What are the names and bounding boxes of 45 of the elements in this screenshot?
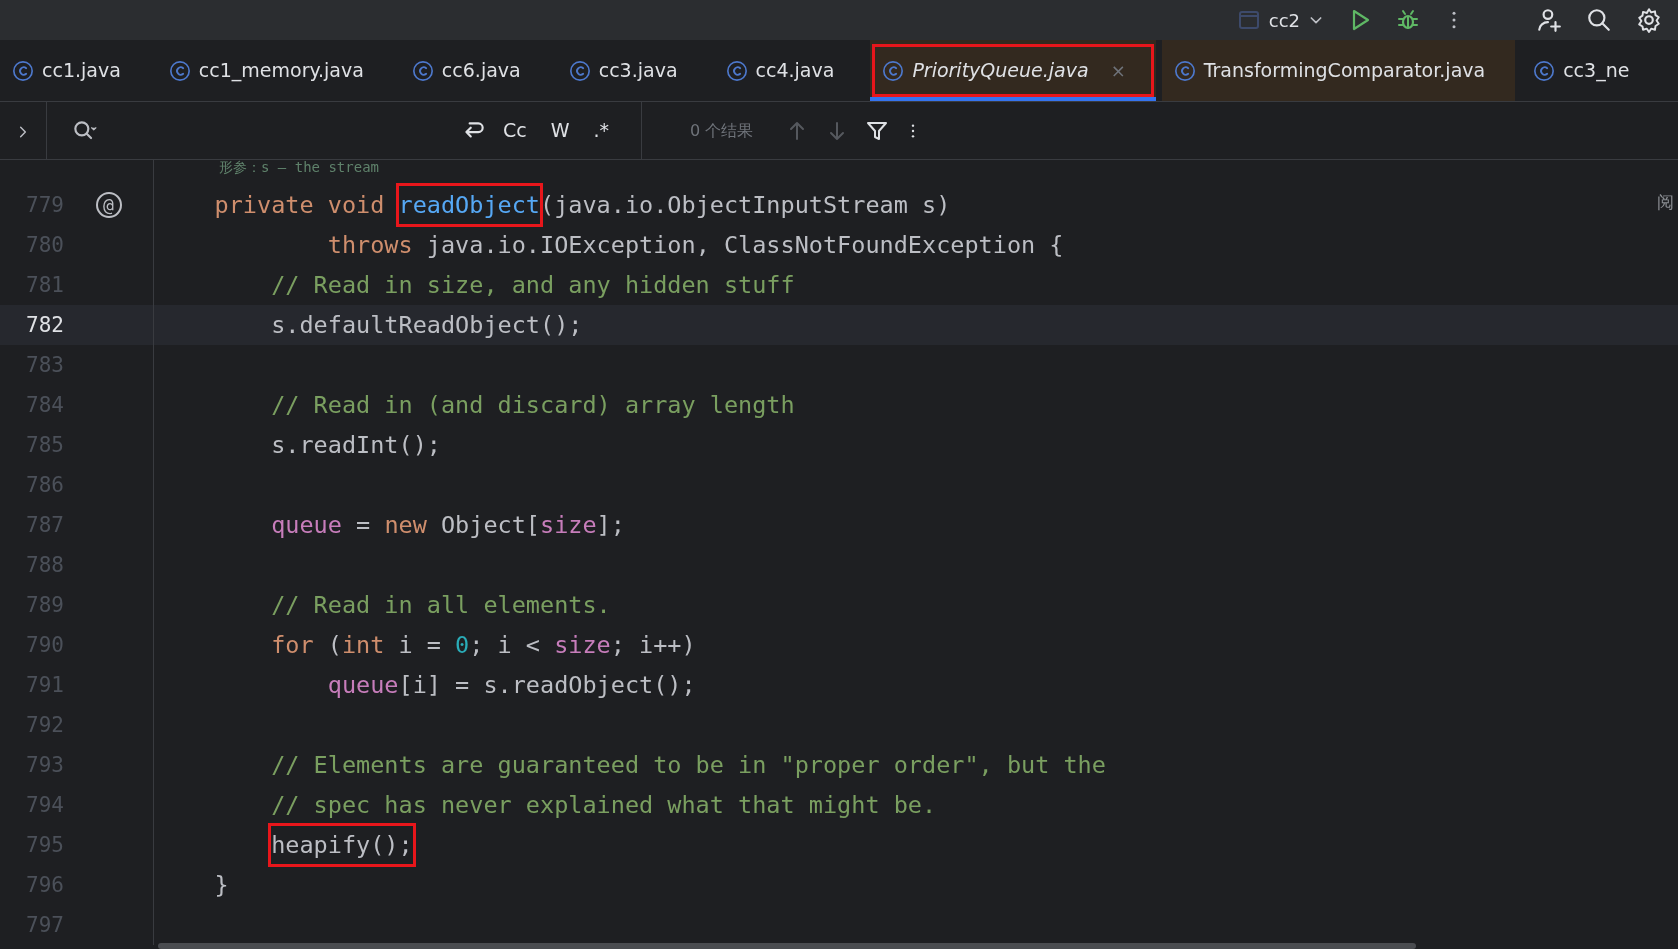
code-line: for (int i = 0; i < size; i++) [270, 630, 696, 661]
add-user-icon[interactable] [1536, 7, 1562, 33]
class-icon [882, 59, 905, 82]
settings-icon[interactable] [1636, 7, 1662, 33]
search-option[interactable]: Cc [494, 116, 535, 145]
result-count: 0 个结果 [690, 119, 754, 142]
editor-tab[interactable]: cc3_ne [1521, 40, 1660, 101]
editor-tab[interactable]: cc1.java [0, 40, 151, 101]
search-option[interactable]: .* [585, 116, 617, 145]
bug-icon[interactable] [1396, 8, 1420, 32]
editor-tab[interactable]: cc4.java [713, 40, 865, 101]
editor-tab[interactable]: cc3.java [556, 40, 708, 101]
editor-tab[interactable]: cc6.java [399, 40, 551, 101]
horizontal-scrollbar[interactable] [158, 943, 1416, 949]
class-icon [1173, 59, 1196, 82]
code-line: throws java.io.IOException, ClassNotFoundException { [326, 230, 1064, 261]
code-line: // Read in size, and any hidden stuff [270, 270, 795, 301]
code-line: } [213, 870, 229, 901]
project-name[interactable]: cc2 [1268, 6, 1300, 34]
code-line: // Read in all elements. [270, 590, 611, 621]
code-line: s.defaultReadObject(); [270, 310, 583, 341]
code-line: // Read in (and discard) array length [270, 390, 795, 421]
code-line: queue[i] = s.readObject(); [326, 670, 696, 701]
search-icon[interactable] [1586, 7, 1612, 33]
class-icon [568, 59, 591, 82]
class-icon [725, 59, 748, 82]
code-line: // spec has never explained what that might be. [270, 790, 937, 821]
class-icon [168, 59, 191, 82]
class-icon [1533, 59, 1556, 82]
editor-tab[interactable]: TransformingComparator.java [1161, 40, 1516, 101]
class-icon [411, 59, 434, 82]
line-number: 782 [25, 312, 64, 339]
doc-comment: 形参：s – the stream [218, 160, 379, 177]
reader-mode-label[interactable]: 阅 [1657, 190, 1674, 216]
editor-tab[interactable]: cc1_memory.java [156, 40, 394, 101]
override-marker[interactable]: @ [95, 192, 122, 218]
code-line: queue = new Object[size]; [270, 510, 625, 541]
search-option[interactable]: W [542, 116, 578, 145]
code-line: s.readInt(); [270, 430, 441, 461]
search-field[interactable]: Cc W .* [47, 102, 642, 159]
code-line: // Elements are guaranteed to be in "proper order", but the [270, 750, 1106, 781]
code-line: heapify(); [270, 830, 413, 861]
class-icon [12, 59, 34, 82]
code-line: private void readObject(java.io.ObjectInputStream s) [213, 190, 951, 221]
window-icon [1236, 8, 1261, 32]
